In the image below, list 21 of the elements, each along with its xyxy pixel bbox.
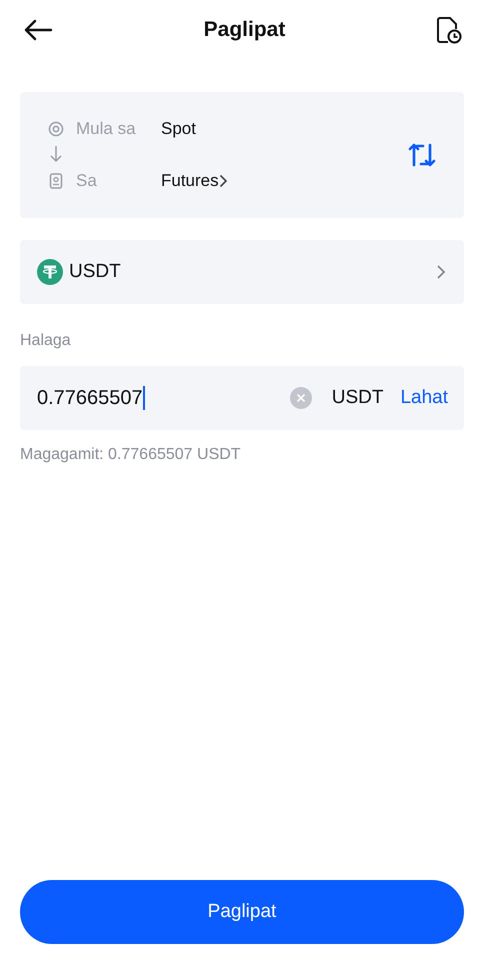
page-title: Paglipat (204, 18, 286, 42)
available-balance: Magagamit: 0.77665507 USDT (20, 446, 242, 464)
transfer-button[interactable]: Paglipat (20, 880, 464, 944)
to-account[interactable]: Futures (161, 171, 219, 191)
chevron-right-icon (218, 174, 228, 188)
coin-logo-icon (37, 259, 63, 285)
coin-selector[interactable]: USDT (20, 240, 464, 304)
chevron-right-icon (436, 264, 446, 280)
amount-field[interactable]: 0.77665507 USDT Lahat (20, 366, 464, 430)
to-label: Sa (76, 171, 98, 191)
history-icon[interactable] (436, 16, 462, 44)
target-icon (48, 121, 64, 137)
amount-label: Halaga (20, 332, 72, 350)
amount-unit: USDT (332, 387, 384, 409)
max-link[interactable]: Lahat (400, 387, 448, 409)
document-icon (48, 173, 64, 189)
from-label: Mula sa (76, 119, 137, 139)
coin-name: USDT (69, 261, 122, 283)
from-account[interactable]: Spot (161, 119, 196, 139)
down-arrow-icon (49, 145, 63, 163)
back-arrow-icon[interactable] (23, 19, 53, 41)
